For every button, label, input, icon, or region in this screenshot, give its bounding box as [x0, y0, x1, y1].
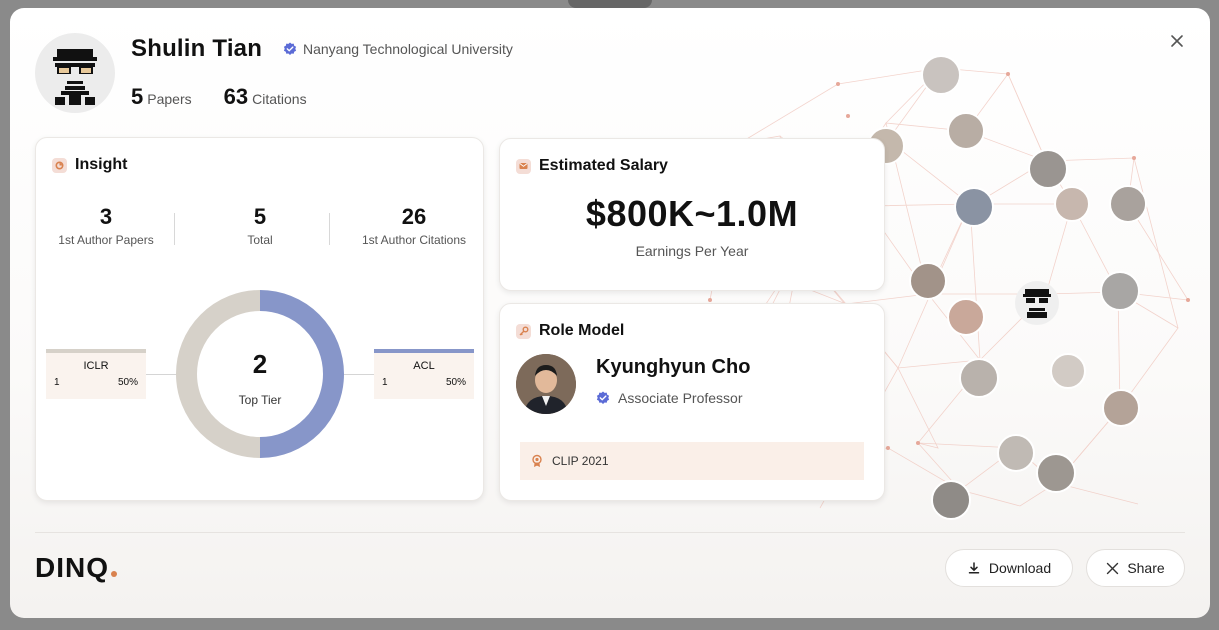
estimated-salary-card: Estimated Salary $800K~1.0M Earnings Per… [499, 138, 885, 291]
venue-name: ICLR [83, 360, 109, 372]
envelope-icon [516, 158, 531, 174]
stat-divider [174, 213, 175, 245]
connector-line-right [344, 374, 374, 375]
venue-percent: 50% [445, 377, 466, 388]
share-label: Share [1127, 560, 1165, 576]
venue-box-acl: ACL 1 50% [374, 349, 474, 399]
citations-count: 63 [223, 84, 249, 109]
role-model-title: Role Model [516, 322, 624, 340]
venue-name: ACL [413, 360, 435, 372]
profile-avatar [35, 33, 115, 113]
footer-divider [35, 532, 1185, 533]
citations-stat: 63 Citations [224, 84, 307, 110]
insight-icon [52, 157, 67, 173]
role-model-position-text: Associate Professor [618, 390, 743, 406]
donut-center-label: Top Tier [238, 393, 282, 407]
close-icon[interactable] [1168, 32, 1186, 50]
first-author-citations-stat: 26 1st Author Citations [344, 204, 484, 247]
role-model-position: Associate Professor [596, 390, 743, 406]
connector-line-left [146, 374, 176, 375]
verified-badge-icon [596, 391, 610, 404]
verified-badge-icon [283, 42, 297, 55]
background-window-peek [568, 0, 652, 8]
first-author-citations-label: 1st Author Citations [361, 233, 467, 247]
insight-title: Insight [52, 156, 127, 174]
share-button[interactable]: Share [1086, 549, 1185, 587]
papers-label: Papers [147, 91, 192, 107]
venue-count: 1 [54, 377, 60, 388]
citations-label: Citations [252, 91, 307, 107]
download-icon [968, 562, 980, 574]
insight-card: Insight 3 1st Author Papers 5 Total 26 1… [35, 137, 484, 501]
salary-title-text: Estimated Salary [539, 157, 668, 174]
download-label: Download [988, 560, 1052, 576]
profile-card-modal: Shulin Tian Nanyang Technological Univer… [10, 8, 1210, 618]
first-author-citations-value: 26 [401, 204, 427, 229]
papers-stat: 5 Papers [131, 84, 192, 110]
affiliation: Nanyang Technological University [283, 41, 513, 57]
logo-dot [111, 571, 117, 577]
role-model-paper-tag: CLIP 2021 [520, 442, 864, 480]
x-logo-icon [1107, 562, 1119, 574]
total-papers-label: Total [247, 233, 273, 247]
venue-bar-iclr [46, 349, 146, 353]
first-author-papers-label: 1st Author Papers [58, 233, 154, 247]
dinq-logo: DINQ [35, 552, 117, 584]
first-author-papers-stat: 3 1st Author Papers [36, 204, 176, 247]
total-papers-value: 5 [253, 204, 267, 229]
award-icon [532, 454, 542, 467]
role-model-card: Role Model Kyunghyun Cho Associate Profe… [499, 303, 885, 501]
venue-percent: 50% [117, 377, 138, 388]
logo-text: DINQ [35, 552, 109, 583]
papers-count: 5 [131, 84, 144, 109]
salary-title: Estimated Salary [516, 157, 668, 175]
total-papers-stat: 5 Total [190, 204, 330, 247]
first-author-papers-value: 3 [99, 204, 113, 229]
profile-stats: 5 Papers 63 Citations [131, 84, 307, 110]
venue-bar-acl [374, 349, 474, 353]
salary-value: $800K~1.0M [585, 193, 799, 234]
download-button[interactable]: Download [945, 549, 1073, 587]
role-model-title-text: Role Model [539, 322, 625, 339]
donut-center-value: 2 [252, 349, 268, 379]
stat-divider [329, 213, 330, 245]
role-model-name: Kyunghyun Cho [596, 356, 751, 378]
profile-name: Shulin Tian [131, 35, 263, 62]
role-model-paper-tag-text: CLIP 2021 [552, 454, 609, 468]
key-icon [516, 323, 531, 339]
salary-subtitle: Earnings Per Year [635, 243, 749, 259]
insight-title-text: Insight [75, 156, 128, 173]
venue-box-iclr: ICLR 1 50% [46, 349, 146, 399]
affiliation-text: Nanyang Technological University [303, 41, 513, 57]
role-model-avatar [516, 354, 576, 414]
pixel-avatar-center [1015, 281, 1059, 325]
venue-count: 1 [382, 377, 388, 388]
